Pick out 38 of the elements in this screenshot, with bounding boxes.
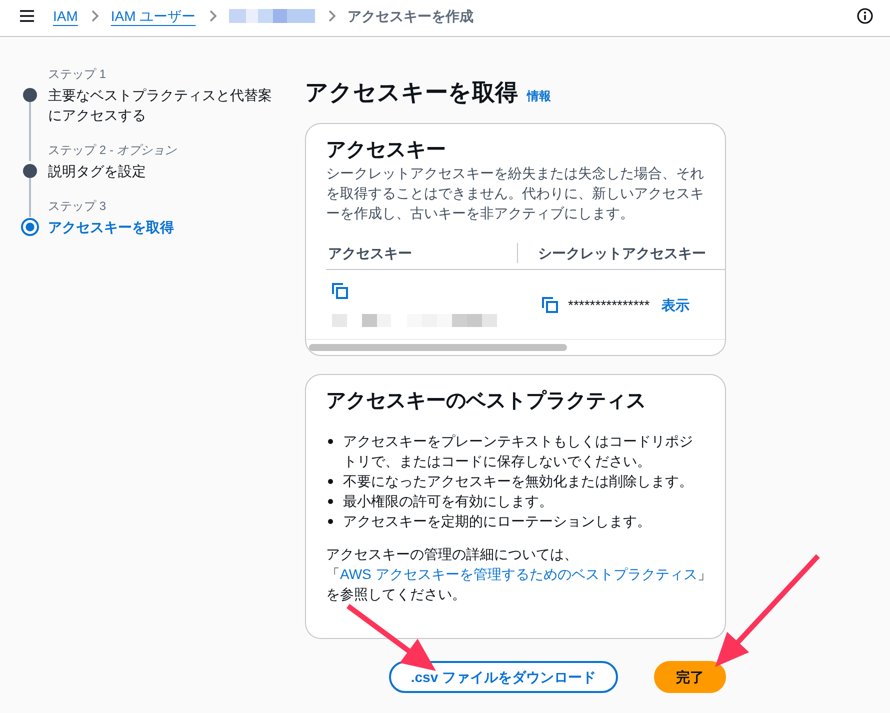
note-link[interactable]: AWS アクセスキーを管理するためのベストプラクティス (340, 566, 698, 582)
step-title: 説明タグを設定 (48, 162, 146, 181)
step-label: ステップ 2 - オプション (48, 142, 177, 159)
download-csv-button[interactable]: .csv ファイルをダウンロード (388, 661, 618, 693)
copy-icon[interactable] (542, 296, 558, 312)
page-title: アクセスキーを取得 (305, 78, 518, 106)
step-label: ステップ 1 (48, 66, 106, 83)
card-title: アクセスキー (326, 138, 447, 163)
info-link[interactable]: 情報 (527, 88, 551, 105)
menu-icon[interactable] (20, 10, 34, 22)
breadcrumb-current: アクセスキーを作成 (348, 6, 474, 26)
masked-secret: *************** (568, 296, 650, 314)
chevron-right-icon (328, 10, 336, 22)
show-link[interactable]: 表示 (662, 294, 690, 314)
bullet-text: 不要になったアクセスキーを無効化または削除します。 (343, 472, 694, 491)
column-header: アクセスキー (327, 244, 413, 263)
step-title: アクセスキーを取得 (48, 218, 174, 237)
chevron-right-icon (208, 10, 217, 22)
info-icon[interactable] (857, 8, 873, 24)
bullet-icon (328, 519, 333, 524)
bullet-icon (328, 499, 333, 504)
done-button[interactable]: 完了 (654, 661, 726, 693)
bullet-icon (328, 439, 333, 444)
note-text: アクセスキーの管理の詳細については、「AWS アクセスキーを管理するためのベストプラクティス」を参照してください。 (326, 545, 705, 604)
card-description: シークレットアクセスキーを紛失または失念した場合、それを取得することはできません。代わりに、新しいアクセスキーを作成し、古いキーを非アクティブにします。 (326, 164, 705, 223)
bullet-icon (328, 479, 333, 484)
step-title: 主要なベストプラクティスと代替案にアクセスする (48, 86, 273, 125)
copy-icon[interactable] (332, 283, 348, 299)
breadcrumb-link[interactable]: IAM ユーザー (110, 6, 196, 26)
scrollbar-thumb[interactable] (309, 344, 567, 351)
breadcrumb-link[interactable]: IAM (53, 6, 78, 26)
bullet-text: 最小権限の許可を有効にします。 (343, 492, 554, 511)
bullet-text: アクセスキーをプレーンテキストもしくはコードリポジトリで、またはコードに保存しないでください。 (343, 432, 694, 471)
bullet-text: アクセスキーを定期的にローテーションします。 (343, 512, 652, 531)
card-title: アクセスキーのベストプラクティス (326, 388, 647, 414)
step-label: ステップ 3 (48, 198, 106, 215)
column-header: シークレットアクセスキー (537, 244, 706, 263)
chevron-right-icon (90, 10, 99, 22)
